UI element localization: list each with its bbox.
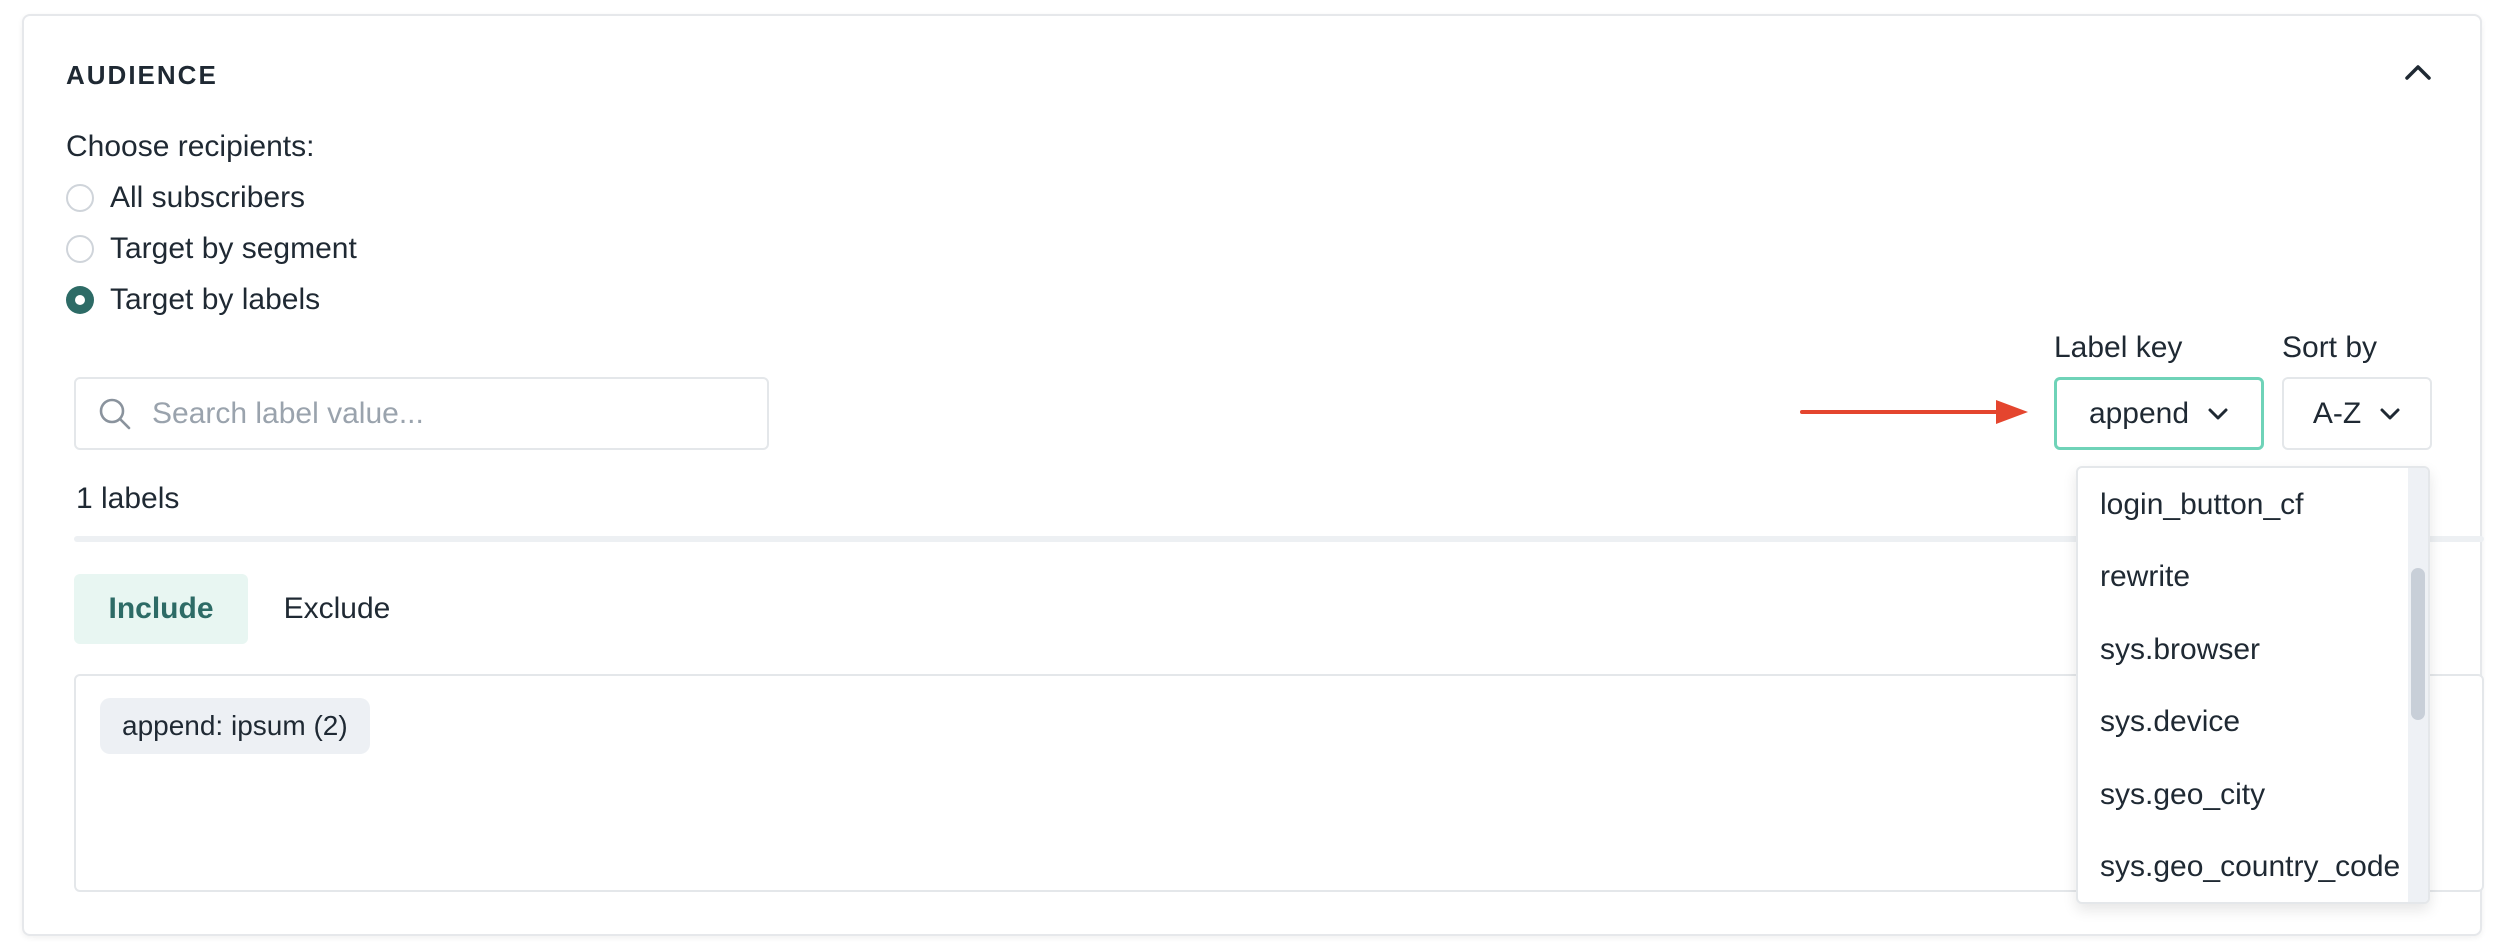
label-key-label: Label key: [2054, 331, 2183, 364]
dropdown-item[interactable]: sys.device: [2100, 705, 2240, 739]
tab-exclude[interactable]: Exclude: [262, 574, 412, 644]
dropdown-item[interactable]: sys.geo_country_code: [2100, 850, 2400, 884]
sort-by-select[interactable]: A-Z: [2282, 377, 2432, 450]
label-chip[interactable]: append: ipsum (2): [100, 698, 370, 754]
scrollbar-track[interactable]: [2408, 468, 2428, 902]
labels-count: 1 labels: [76, 482, 180, 515]
radio-all-subscribers[interactable]: All subscribers: [66, 181, 305, 215]
tab-include[interactable]: Include: [74, 574, 248, 644]
dropdown-item[interactable]: sys.geo_city: [2100, 778, 2265, 812]
label-key-value: append: [2088, 396, 2190, 430]
radio-target-by-segment[interactable]: Target by segment: [66, 232, 357, 266]
audience-panel: AUDIENCE Choose recipients: All subscrib…: [22, 14, 2484, 936]
chevron-up-icon: [2405, 65, 2431, 80]
search-icon: [99, 398, 131, 429]
scrollbar-thumb[interactable]: [2411, 568, 2425, 720]
annotation-arrow-icon: [1800, 400, 2028, 424]
radio-label: All subscribers: [110, 181, 306, 214]
chevron-down-icon: [2207, 407, 2229, 421]
radio-button[interactable]: [66, 235, 94, 263]
search-input[interactable]: [150, 395, 750, 432]
dropdown-item[interactable]: rewrite: [2100, 560, 2190, 594]
radio-target-by-labels[interactable]: Target by labels: [66, 283, 320, 317]
collapse-button[interactable]: [2396, 50, 2440, 94]
chevron-down-icon: [2379, 407, 2401, 421]
radio-label: Target by labels: [110, 283, 321, 316]
dropdown-item[interactable]: sys.browser: [2100, 633, 2260, 667]
search-field[interactable]: [74, 377, 769, 450]
sort-by-value: A-Z: [2312, 396, 2362, 430]
dropdown-item[interactable]: login_button_cf: [2100, 488, 2304, 522]
section-title: AUDIENCE: [66, 60, 218, 90]
radio-button[interactable]: [66, 184, 94, 212]
radio-button-checked[interactable]: [66, 286, 94, 314]
choose-recipients-label: Choose recipients:: [66, 130, 315, 163]
label-key-dropdown[interactable]: login_button_cf rewrite sys.browser sys.…: [2076, 466, 2430, 904]
label-key-select[interactable]: append: [2054, 377, 2264, 450]
sort-by-label: Sort by: [2282, 331, 2378, 364]
radio-label: Target by segment: [110, 232, 357, 265]
